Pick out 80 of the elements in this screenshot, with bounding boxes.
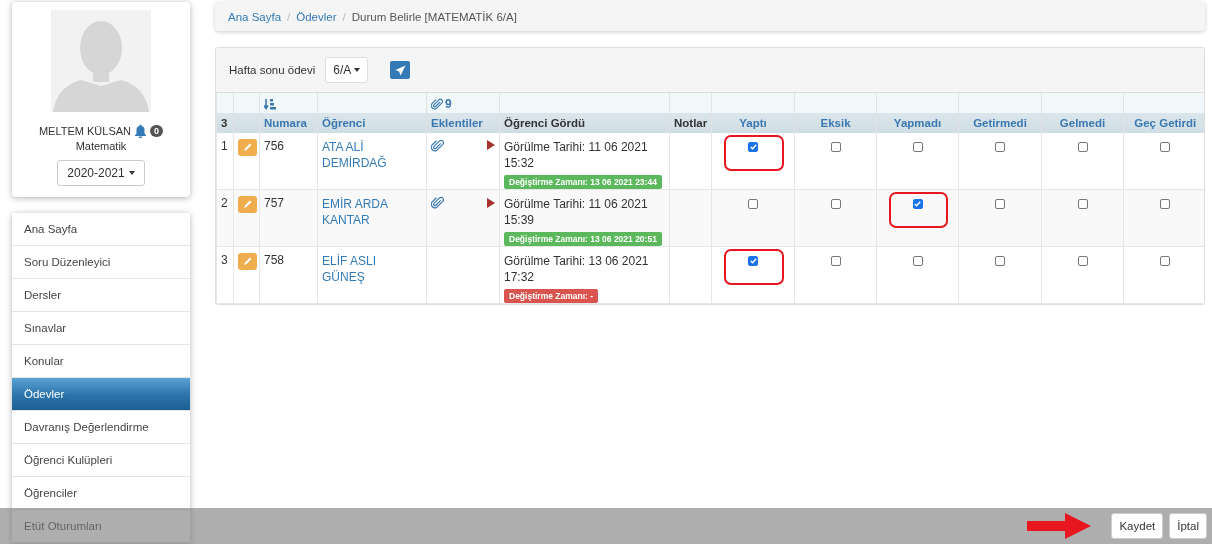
checkbox[interactable] [748,199,758,209]
breadcrumb-current: Durum Belirle [MATEMATİK 6/A] [351,10,517,23]
menu-item[interactable]: Öğrenci Kulüpleri [12,444,190,477]
checkbox[interactable] [830,256,841,266]
column-header: Gelmedi [1059,116,1106,129]
checkbox[interactable] [748,256,758,266]
change-time-label: Değiştirme Zamanı: 13 06 2021 23:44 [504,174,662,189]
change-time-label: Değiştirme Zamanı: - [504,289,599,303]
column-header: Yaptı [739,116,767,129]
column-header: Öğrenci Gördü [504,116,586,129]
year-dropdown[interactable]: 2020-2021 [57,160,145,186]
attachment-count: 9 [445,96,452,111]
column-header: Geç Getirdi [1134,116,1197,129]
homework-title: Hafta sonu ödevi [229,64,316,76]
column-header: Getirmedi [973,116,1027,129]
checkbox[interactable] [1077,256,1088,266]
menu-item[interactable]: Soru Düzenleyici [12,246,190,279]
student-name-link[interactable]: EMİR ARDA KANTAR [322,196,422,228]
checkbox[interactable] [1160,256,1171,266]
checkbox[interactable] [995,199,1005,209]
student-name-link[interactable]: ATA ALİ DEMİRDAĞ [322,138,422,171]
breadcrumb-link[interactable]: Ödevler [296,10,337,23]
checkbox[interactable] [1160,199,1171,209]
paperclip-icon[interactable] [431,196,444,209]
caret-icon [128,171,135,175]
row-count: 3 [221,116,228,129]
play-icon[interactable] [487,140,495,150]
paper-plane-icon [394,64,406,76]
menu-item[interactable]: Konular [12,345,190,378]
checkbox[interactable] [830,141,841,152]
checkbox[interactable] [1077,199,1088,209]
cancel-button[interactable]: İptal [1169,513,1207,539]
checkbox[interactable] [912,256,923,266]
checkbox[interactable] [995,256,1005,266]
arrow-icon [1027,513,1092,539]
paperclip-icon[interactable] [431,138,444,152]
seen-date: Görülme Tarihi: 11 06 2021 15:39 [504,196,649,228]
pencil-icon [243,142,252,152]
sort-icon[interactable] [264,97,276,110]
play-icon[interactable] [487,197,495,208]
checkbox[interactable] [995,141,1005,152]
bell-icon[interactable] [134,124,148,138]
menu-item[interactable]: Ödevler [12,378,190,411]
student-name-link[interactable]: ELİF ASLI GÜNEŞ [322,253,422,285]
column-header: Eksik [820,116,851,129]
paperclip-icon [431,97,443,110]
breadcrumb-separator: / [287,10,291,23]
change-time-label: Değiştirme Zamanı: 13 06 2021 20:51 [504,232,662,246]
column-header: Notlar [674,116,708,129]
checkbox[interactable] [830,199,841,209]
caret-icon [354,68,361,72]
class-dropdown[interactable]: 6/A [325,57,369,83]
checkbox[interactable] [1077,141,1088,152]
row-index: 1 [221,138,228,153]
menu-item[interactable]: Sınavlar [12,312,190,345]
breadcrumb-separator: / [342,10,346,23]
checkbox[interactable] [912,199,923,209]
send-button[interactable] [390,61,411,79]
student-number: 758 [264,253,285,267]
row-index: 3 [221,253,228,267]
student-number: 757 [264,196,285,210]
pencil-icon [243,200,252,209]
notification-badge: 0 [150,125,164,137]
checkbox[interactable] [912,141,923,152]
subject-label: Matematik [75,140,127,152]
breadcrumb-link[interactable]: Ana Sayfa [228,10,282,23]
menu-item[interactable]: Ana Sayfa [12,213,190,246]
menu-item[interactable]: Davranış Değerlendirme [12,411,190,444]
save-button[interactable]: Kaydet [1111,513,1164,539]
checkbox[interactable] [1160,141,1171,152]
pencil-icon [243,257,252,266]
checkbox[interactable] [748,141,758,152]
seen-date: Görülme Tarihi: 11 06 2021 15:32 [504,138,649,171]
menu-item[interactable]: Öğrenciler [12,477,190,510]
menu-item[interactable]: Dersler [12,279,190,312]
seen-date: Görülme Tarihi: 13 06 2021 17:32 [504,253,650,285]
column-header: Yapmadı [893,116,942,129]
user-name: MELTEM KÜLSAN [38,125,132,137]
student-number: 756 [264,138,285,153]
row-index: 2 [221,196,228,210]
